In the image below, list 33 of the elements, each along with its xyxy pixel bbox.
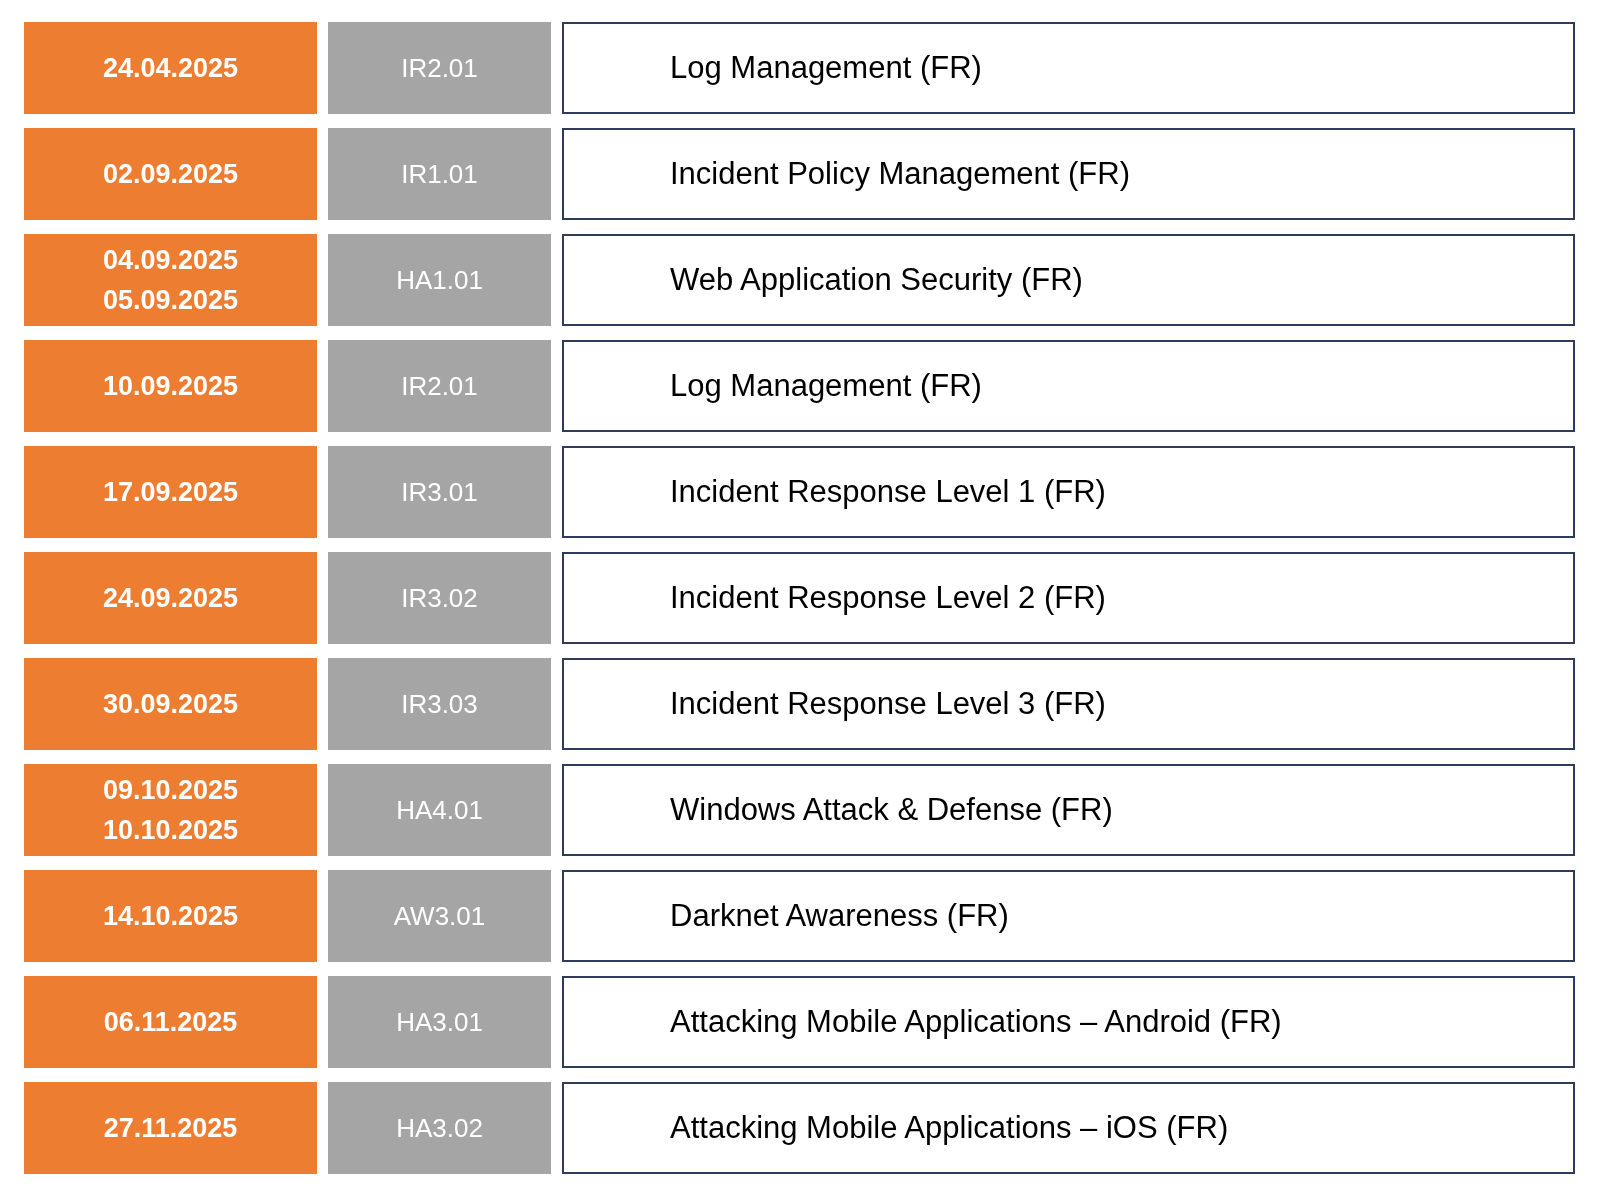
course-code-cell: AW3.01 [328,870,551,962]
date-cell: 17.09.2025 [24,446,317,538]
course-title-cell: Attacking Mobile Applications – Android (FR) [562,976,1575,1068]
course-title-cell: Incident Policy Management (FR) [562,128,1575,220]
course-code-cell: IR2.01 [328,340,551,432]
course-code-cell: IR3.03 [328,658,551,750]
course-code-cell: HA3.02 [328,1082,551,1174]
date-cell: 27.11.2025 [24,1082,317,1174]
course-code-cell: IR2.01 [328,22,551,114]
course-title-cell: Incident Response Level 2 (FR) [562,552,1575,644]
date-cell: 06.11.2025 [24,976,317,1068]
course-title-cell: Web Application Security (FR) [562,234,1575,326]
date-cell: 09.10.2025 10.10.2025 [24,764,317,856]
course-title-cell: Windows Attack & Defense (FR) [562,764,1575,856]
course-code-cell: HA3.01 [328,976,551,1068]
course-code-cell: HA4.01 [328,764,551,856]
date-cell: 02.09.2025 [24,128,317,220]
date-cell: 14.10.2025 [24,870,317,962]
course-title-cell: Incident Response Level 1 (FR) [562,446,1575,538]
course-code-cell: IR3.01 [328,446,551,538]
course-title-cell: Incident Response Level 3 (FR) [562,658,1575,750]
course-code-cell: HA1.01 [328,234,551,326]
date-cell: 04.09.2025 05.09.2025 [24,234,317,326]
date-cell: 10.09.2025 [24,340,317,432]
course-title-cell: Attacking Mobile Applications – iOS (FR) [562,1082,1575,1174]
date-cell: 24.04.2025 [24,22,317,114]
course-code-cell: IR1.01 [328,128,551,220]
date-cell: 30.09.2025 [24,658,317,750]
course-title-cell: Log Management (FR) [562,22,1575,114]
course-title-cell: Darknet Awareness (FR) [562,870,1575,962]
course-title-cell: Log Management (FR) [562,340,1575,432]
course-code-cell: IR3.02 [328,552,551,644]
date-cell: 24.09.2025 [24,552,317,644]
